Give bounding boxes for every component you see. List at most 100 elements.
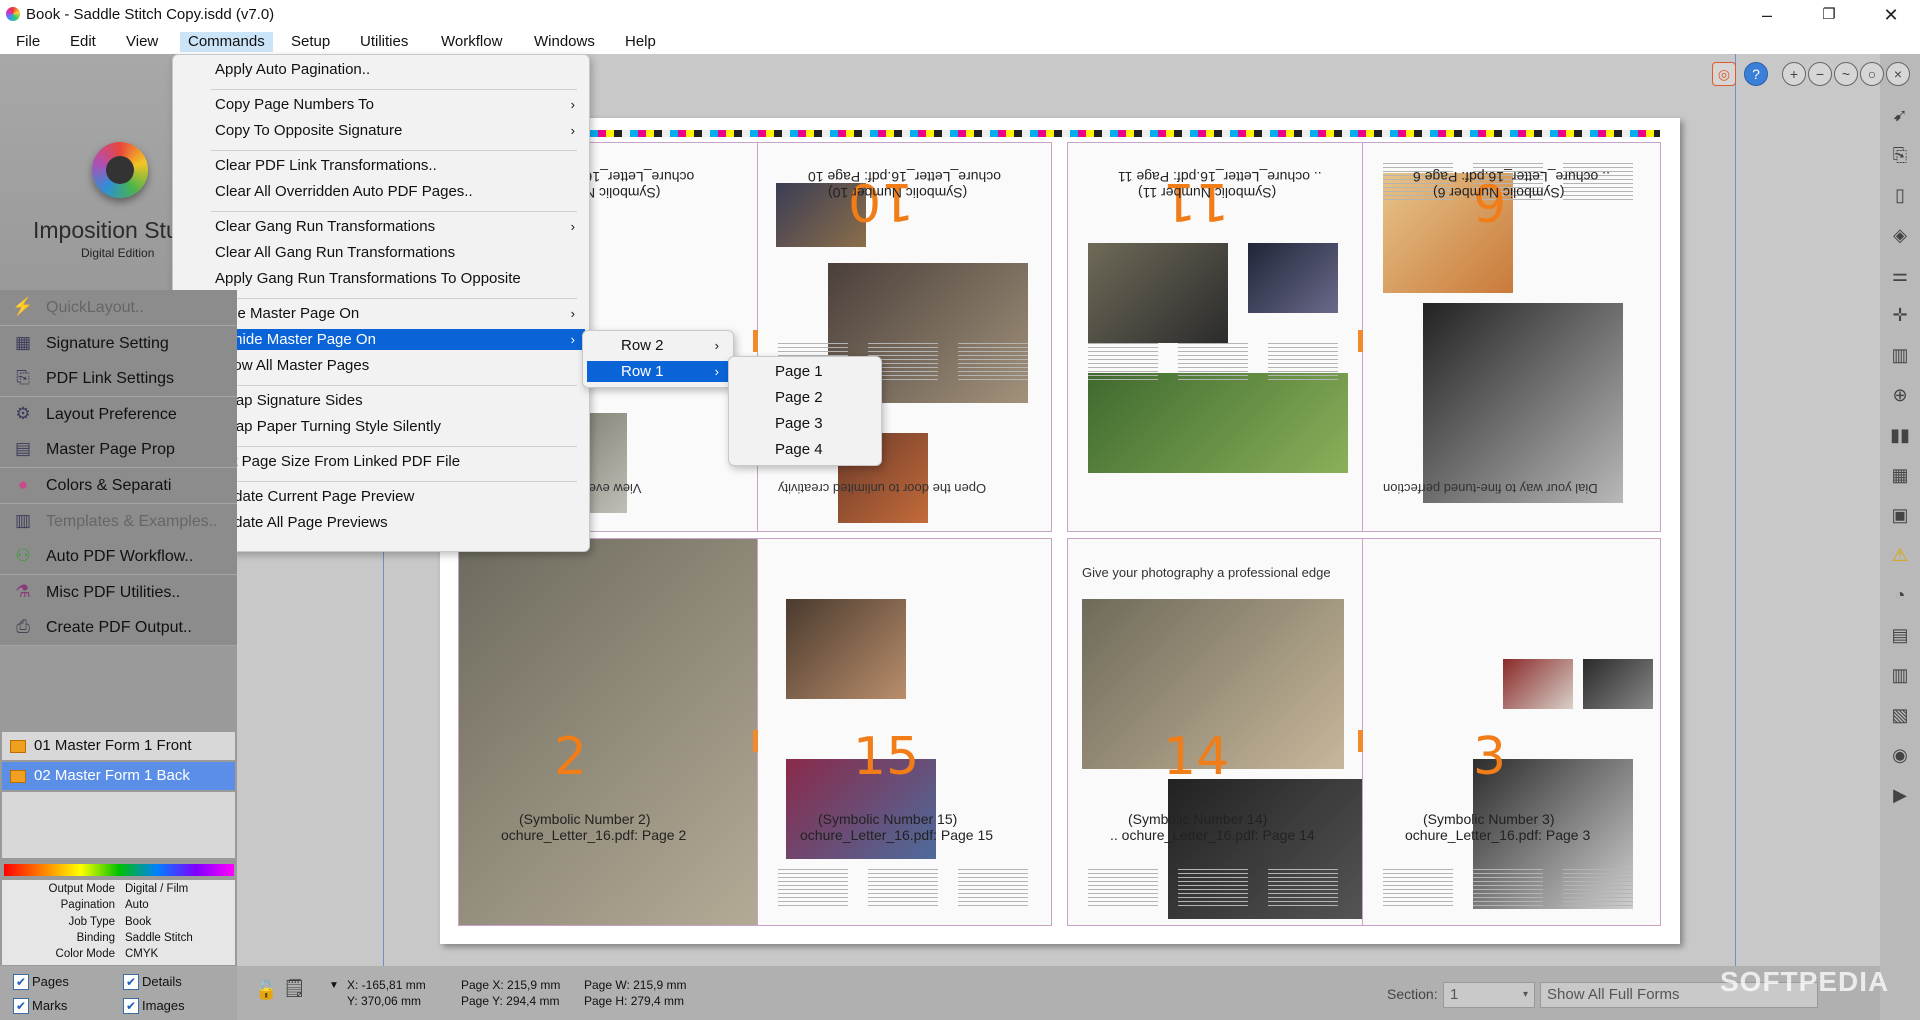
- menu-item-swap-paper-turning-style-silently[interactable]: Swap Paper Turning Style Silently: [177, 416, 585, 437]
- sidebar-button-pdf-link-settings[interactable]: ⎘ PDF Link Settings: [0, 361, 237, 398]
- section-select[interactable]: 1 ▾: [1443, 982, 1535, 1008]
- layers-icon[interactable]: ◈: [1889, 224, 1911, 246]
- zoom-reset-icon[interactable]: ○: [1860, 62, 1884, 86]
- row-menu-item[interactable]: Row 1 ›: [587, 361, 729, 382]
- sidebar-button-label: Signature Setting: [46, 334, 169, 352]
- checkbox-marks[interactable]: ✔: [13, 998, 29, 1014]
- menu-view[interactable]: View: [118, 32, 166, 52]
- notes-icon[interactable]: 🗒: [283, 978, 306, 999]
- app-name: Imposition Stu: [33, 217, 179, 243]
- document-icon[interactable]: ▧: [1889, 704, 1911, 726]
- restore-button[interactable]: ❐: [1806, 0, 1852, 30]
- gutter-handle[interactable]: [1358, 730, 1363, 752]
- sidebar-button-misc-pdf-utilities[interactable]: ⚗ Misc PDF Utilities..: [0, 574, 237, 611]
- dropdown-arrow-icon[interactable]: ▼: [329, 980, 339, 991]
- sidebar-button-auto-pdf-workflow[interactable]: ⚇ Auto PDF Workflow..: [0, 539, 237, 576]
- imposed-page-10[interactable]: 10 (Symbolic Number 10) ochure_Letter_16.p…: [757, 142, 1052, 532]
- page-menu-item[interactable]: Page 1: [733, 361, 877, 382]
- sidebar-button-layout-preference[interactable]: ⚙ Layout Preference: [0, 396, 237, 433]
- close-button[interactable]: ✕: [1868, 0, 1914, 30]
- zoom-out-icon[interactable]: −: [1808, 62, 1832, 86]
- imposed-page-2[interactable]: 2 (Symbolic Number 2) ochure_Letter_16.pdf…: [458, 538, 758, 926]
- menu-item-apply-auto-pagination[interactable]: Apply Auto Pagination..: [177, 59, 585, 80]
- sidebar-button-signature-setting[interactable]: ▦ Signature Setting: [0, 325, 237, 362]
- master-form-item[interactable]: 01 Master Form 1 Front: [2, 732, 235, 760]
- gutter-handle[interactable]: [1358, 330, 1363, 352]
- chart-icon[interactable]: ▤: [1889, 624, 1911, 646]
- zoom-fit-icon[interactable]: ~: [1834, 62, 1858, 86]
- eye-icon[interactable]: ◉: [1889, 744, 1911, 766]
- grid-icon[interactable]: ▦: [1889, 464, 1911, 486]
- menu-commands[interactable]: Commands: [180, 32, 273, 52]
- gutter-handle[interactable]: [753, 730, 758, 752]
- zoom-in-icon[interactable]: +: [1782, 62, 1806, 86]
- question-icon[interactable]: ?: [1744, 62, 1768, 86]
- crosshair-icon[interactable]: ✛: [1889, 304, 1911, 326]
- frame-icon[interactable]: ▣: [1889, 504, 1911, 526]
- sidebar-button-master-page-prop[interactable]: ▤ Master Page Prop: [0, 432, 237, 469]
- display-icon[interactable]: ▥: [1889, 664, 1911, 686]
- menu-edit[interactable]: Edit: [62, 32, 104, 52]
- menu-item-update-all-page-previews[interactable]: Update All Page Previews: [177, 512, 585, 533]
- menu-item-clear-all-gang-run-transformations[interactable]: Clear All Gang Run Transformations: [177, 242, 585, 263]
- minimize-button[interactable]: –: [1744, 0, 1790, 30]
- menu-separator: [211, 89, 577, 90]
- menu-item-hide-master-page-on[interactable]: Hide Master Page On ›: [177, 303, 585, 324]
- checkbox-images[interactable]: ✔: [123, 998, 139, 1014]
- menu-item-clear-pdf-link-transformations[interactable]: Clear PDF Link Transformations..: [177, 155, 585, 176]
- menu-item-label: Copy To Opposite Signature: [215, 122, 403, 139]
- menu-item-update-current-page-preview[interactable]: Update Current Page Preview: [177, 486, 585, 507]
- menu-item-clear-all-overridden-auto-pdf-pages[interactable]: Clear All Overridden Auto PDF Pages..: [177, 181, 585, 202]
- help-ring-icon[interactable]: ◎: [1712, 62, 1736, 86]
- checkbox-pages[interactable]: ✔: [13, 974, 29, 990]
- lock-icon[interactable]: 🔓: [255, 980, 277, 1001]
- menu-setup[interactable]: Setup: [283, 32, 338, 52]
- master-form-item[interactable]: 02 Master Form 1 Back: [2, 762, 235, 790]
- page-menu-item[interactable]: Page 4: [733, 439, 877, 460]
- menu-item-unhide-master-page-on[interactable]: Unhide Master Page On ›: [177, 329, 585, 350]
- page-icon[interactable]: ▯: [1889, 184, 1911, 206]
- menu-item-apply-gang-run-transformations-to-opposite[interactable]: Apply Gang Run Transformations To Opposi…: [177, 268, 585, 289]
- menu-item-set-page-size-from-linked-pdf-file[interactable]: Set Page Size From Linked PDF File: [177, 451, 585, 472]
- sidebar-button-colors-separati[interactable]: ● Colors & Separati: [0, 468, 237, 504]
- menu-file[interactable]: File: [8, 32, 48, 52]
- menu-item-copy-page-numbers-to[interactable]: Copy Page Numbers To ›: [177, 94, 585, 115]
- sidebar-button-quicklayout[interactable]: ⚡ QuickLayout..: [0, 290, 237, 326]
- imposed-page-15[interactable]: 15 (Symbolic Number 15) ochure_Letter_16.p…: [757, 538, 1052, 926]
- imposed-page-11[interactable]: 11 (Symbolic Number 11).. ochure_Letter_1…: [1067, 142, 1363, 532]
- menu-help[interactable]: Help: [617, 32, 664, 52]
- chevron-down-icon: ▾: [1522, 989, 1528, 1000]
- page-image: [786, 599, 906, 699]
- menu-workflow[interactable]: Workflow: [433, 32, 510, 52]
- arrow-tool-icon[interactable]: ➹: [1889, 104, 1911, 126]
- warning-icon[interactable]: ⚠: [1889, 544, 1911, 566]
- export-icon[interactable]: ⎘: [1889, 144, 1911, 166]
- sliders-icon[interactable]: ⚌: [1889, 264, 1911, 286]
- columns-icon[interactable]: ▮▮: [1889, 424, 1911, 446]
- page-menu-label: Page 4: [775, 441, 823, 458]
- play-icon[interactable]: ▶: [1889, 784, 1911, 806]
- imposed-page-14[interactable]: 14 (Symbolic Number 14).. ochure_Letter_1…: [1067, 538, 1368, 926]
- page-menu-item[interactable]: Page 2: [733, 387, 877, 408]
- menu-item-label: Clear All Overridden Auto PDF Pages..: [215, 183, 473, 200]
- menu-utilities[interactable]: Utilities: [352, 32, 416, 52]
- gutter-handle[interactable]: [753, 330, 758, 352]
- sidebar-button-templates-examples[interactable]: ▥ Templates & Examples..: [0, 503, 237, 540]
- menu-windows[interactable]: Windows: [526, 32, 603, 52]
- zoom-close-icon[interactable]: ×: [1886, 62, 1910, 86]
- checkbox-details[interactable]: ✔: [123, 974, 139, 990]
- menu-item-swap-signature-sides[interactable]: Swap Signature Sides: [177, 390, 585, 411]
- sidebar-button-create-pdf-output[interactable]: ⎙ Create PDF Output..: [0, 610, 237, 647]
- page-menu-item[interactable]: Page 3: [733, 413, 877, 434]
- imposed-page-6[interactable]: 6 (Symbolic Number 6).. ochure_Letter_16.…: [1362, 142, 1661, 532]
- target-icon[interactable]: ⊕: [1889, 384, 1911, 406]
- imposed-page-3[interactable]: 3 (Symbolic Number 3) ochure_Letter_16.pdf…: [1362, 538, 1661, 926]
- menu-item-copy-to-opposite-signature[interactable]: Copy To Opposite Signature ›: [177, 120, 585, 141]
- gauge-icon[interactable]: ◔: [1889, 584, 1911, 606]
- text-column: [1178, 343, 1248, 383]
- menu-item-clear-gang-run-transformations[interactable]: Clear Gang Run Transformations ›: [177, 216, 585, 237]
- menu-item-show-all-master-pages[interactable]: Show All Master Pages: [177, 355, 585, 376]
- text-column: [1088, 869, 1158, 909]
- row-menu-item[interactable]: Row 2 ›: [587, 335, 729, 356]
- barcode-icon[interactable]: ▥: [1889, 344, 1911, 366]
